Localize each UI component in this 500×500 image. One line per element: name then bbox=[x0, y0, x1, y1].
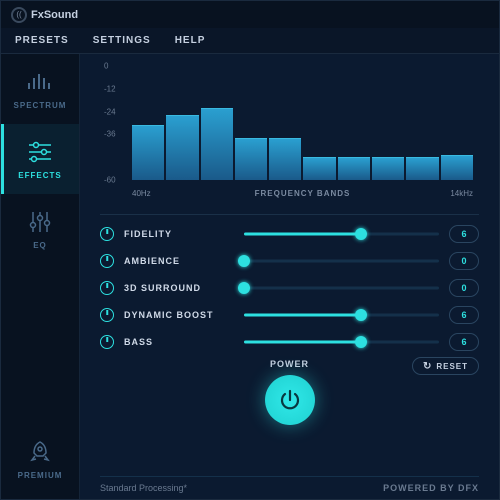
chart-bar bbox=[338, 157, 370, 180]
sidebar-item-effects[interactable]: EFFECTS bbox=[1, 124, 79, 194]
chart-bar bbox=[441, 155, 473, 180]
power-icon[interactable] bbox=[100, 308, 114, 322]
chart-bar bbox=[303, 157, 335, 180]
effect-label: 3D SURROUND bbox=[124, 283, 234, 293]
effect-slider[interactable] bbox=[244, 281, 439, 295]
footer: Standard Processing* POWERED BY DFX bbox=[100, 476, 479, 493]
effect-slider[interactable] bbox=[244, 308, 439, 322]
chart-bar bbox=[132, 125, 164, 180]
menu-presets[interactable]: PRESETS bbox=[15, 35, 69, 46]
menu-bar: PRESETS SETTINGS HELP bbox=[0, 28, 500, 54]
chart-bars bbox=[132, 66, 473, 180]
eq-icon bbox=[26, 209, 54, 235]
title-bar: (( FxSound bbox=[0, 0, 500, 28]
chart-bar bbox=[372, 157, 404, 180]
sidebar-item-eq[interactable]: EQ bbox=[1, 194, 79, 264]
effect-row: BASS 6 bbox=[100, 333, 479, 351]
effect-row: AMBIENCE 0 bbox=[100, 252, 479, 270]
menu-settings[interactable]: SETTINGS bbox=[93, 35, 151, 46]
effect-value: 6 bbox=[449, 225, 479, 243]
divider bbox=[100, 214, 479, 215]
app-name: FxSound bbox=[31, 9, 78, 21]
sidebar-item-label: EFFECTS bbox=[18, 171, 61, 180]
chart-bar bbox=[269, 138, 301, 180]
effect-slider[interactable] bbox=[244, 227, 439, 241]
chart-bar bbox=[235, 138, 267, 180]
chart-xaxis: 40Hz FREQUENCY BANDS 14kHz bbox=[132, 189, 473, 198]
effect-label: BASS bbox=[124, 337, 234, 347]
effect-row: DYNAMIC BOOST 6 bbox=[100, 306, 479, 324]
spectrum-chart: 0 -12 -24 -36 -60 40Hz FREQUENCY BANDS 14kHz bbox=[106, 62, 473, 202]
power-icon[interactable] bbox=[100, 281, 114, 295]
effect-value: 6 bbox=[449, 333, 479, 351]
effect-value: 0 bbox=[449, 279, 479, 297]
ytick: -12 bbox=[104, 84, 116, 93]
power-label: POWER bbox=[270, 359, 309, 369]
power-icon bbox=[278, 388, 302, 412]
ytick: 0 bbox=[104, 62, 108, 71]
rocket-icon bbox=[26, 439, 54, 465]
sidebar-item-label: SPECTRUM bbox=[14, 101, 67, 110]
effect-row: FIDELITY 6 bbox=[100, 225, 479, 243]
effect-label: DYNAMIC BOOST bbox=[124, 310, 234, 320]
effect-slider[interactable] bbox=[244, 254, 439, 268]
effect-value: 6 bbox=[449, 306, 479, 324]
sidebar: SPECTRUM EFFECTS EQ PREMIUM bbox=[1, 54, 79, 499]
sidebar-item-premium[interactable]: PREMIUM bbox=[1, 419, 79, 499]
effect-row: 3D SURROUND 0 bbox=[100, 279, 479, 297]
ytick: -24 bbox=[104, 107, 116, 116]
power-icon[interactable] bbox=[100, 227, 114, 241]
effect-label: FIDELITY bbox=[124, 229, 234, 239]
logo-icon: (( bbox=[11, 7, 27, 23]
effect-label: AMBIENCE bbox=[124, 256, 234, 266]
menu-help[interactable]: HELP bbox=[175, 35, 206, 46]
chart-bar bbox=[201, 108, 233, 180]
sidebar-item-spectrum[interactable]: SPECTRUM bbox=[1, 54, 79, 124]
effect-slider[interactable] bbox=[244, 335, 439, 349]
sidebar-item-label: EQ bbox=[33, 241, 47, 250]
xaxis-min: 40Hz bbox=[132, 189, 151, 198]
power-icon[interactable] bbox=[100, 254, 114, 268]
main-panel: 0 -12 -24 -36 -60 40Hz FREQUENCY BANDS 14kHz… bbox=[79, 54, 499, 499]
reset-button[interactable]: RESET bbox=[412, 357, 479, 375]
effects-rows: FIDELITY 6 AMBIENCE 0 3D SURROUND 0 DYNAMIC BO… bbox=[100, 225, 479, 351]
effect-value: 0 bbox=[449, 252, 479, 270]
power-area: RESET POWER bbox=[100, 359, 479, 425]
power-button[interactable] bbox=[265, 375, 315, 425]
power-icon[interactable] bbox=[100, 335, 114, 349]
footer-status: Standard Processing* bbox=[100, 483, 187, 493]
sliders-icon bbox=[26, 139, 54, 165]
chart-bar bbox=[166, 115, 198, 180]
sidebar-item-label: PREMIUM bbox=[18, 471, 63, 480]
app-logo: (( FxSound bbox=[11, 7, 78, 23]
chart-bar bbox=[406, 157, 438, 180]
ytick: -60 bbox=[104, 176, 116, 185]
xaxis-max: 14kHz bbox=[450, 189, 473, 198]
ytick: -36 bbox=[104, 130, 116, 139]
spectrum-icon bbox=[26, 69, 54, 95]
footer-brand: POWERED BY DFX bbox=[383, 483, 479, 493]
xaxis-label: FREQUENCY BANDS bbox=[255, 189, 351, 198]
